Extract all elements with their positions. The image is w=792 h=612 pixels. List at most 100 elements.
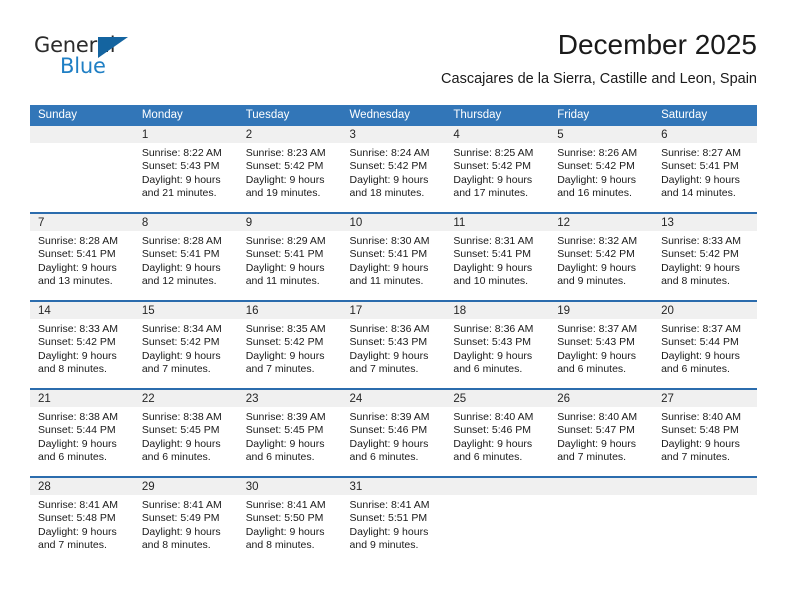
calendar-day-cell[interactable]: 3 Sunrise: 8:24 AM Sunset: 5:42 PM Daylight… <box>341 126 446 213</box>
calendar-day-cell[interactable]: 31 Sunrise: 8:41 AM Sunset: 5:51 PM Dayligh… <box>341 476 446 564</box>
day-number: 19 <box>549 302 654 319</box>
calendar-day-cell[interactable]: 14 Sunrise: 8:33 AM Sunset: 5:42 PM Dayligh… <box>30 300 134 389</box>
calendar-week-row: 14 Sunrise: 8:33 AM Sunset: 5:42 PM Dayligh… <box>30 300 757 389</box>
calendar-week-row: 1 Sunrise: 8:22 AM Sunset: 5:43 PM Daylight… <box>30 126 757 213</box>
calendar-day-cell[interactable]: 21 Sunrise: 8:38 AM Sunset: 5:44 PM Dayligh… <box>30 388 134 477</box>
daylight-text-line2: and 21 minutes. <box>141 187 217 200</box>
day-details: Sunrise: 8:25 AM Sunset: 5:42 PM Daylight:… <box>445 143 549 201</box>
day-number <box>30 126 134 143</box>
day-details: Sunrise: 8:41 AM Sunset: 5:51 PM Daylight:… <box>342 495 446 553</box>
daylight-text-line2: and 8 minutes. <box>141 539 211 552</box>
calendar-day-cell[interactable]: 25 Sunrise: 8:40 AM Sunset: 5:46 PM Dayligh… <box>445 388 550 477</box>
day-details: Sunrise: 8:41 AM Sunset: 5:49 PM Daylight:… <box>134 495 238 553</box>
calendar-day-cell[interactable]: 19 Sunrise: 8:37 AM Sunset: 5:43 PM Dayligh… <box>549 300 654 389</box>
daylight-text-line2: and 11 minutes. <box>349 275 424 288</box>
day-number: 3 <box>341 126 446 143</box>
daylight-text-line2: and 7 minutes. <box>349 363 419 376</box>
daylight-text-line2: and 6 minutes. <box>245 451 315 464</box>
calendar-day-cell[interactable]: 13 Sunrise: 8:33 AM Sunset: 5:42 PM Dayligh… <box>653 212 757 301</box>
daylight-text-line1: Daylight: 9 hours <box>453 437 533 450</box>
weekday-header-wednesday: Wednesday <box>341 105 446 126</box>
daylight-text-line1: Daylight: 9 hours <box>661 437 740 450</box>
calendar-day-cell[interactable]: 1 Sunrise: 8:22 AM Sunset: 5:43 PM Daylight… <box>133 126 238 213</box>
daylight-text-line1: Daylight: 9 hours <box>453 349 533 362</box>
day-details: Sunrise: 8:29 AM Sunset: 5:41 PM Daylight:… <box>238 231 342 289</box>
day-number: 18 <box>445 302 550 319</box>
calendar-day-cell[interactable]: 17 Sunrise: 8:36 AM Sunset: 5:43 PM Dayligh… <box>341 300 446 389</box>
calendar-day-cell[interactable]: 28 Sunrise: 8:41 AM Sunset: 5:48 PM Dayligh… <box>30 476 134 564</box>
calendar-day-cell[interactable]: 15 Sunrise: 8:34 AM Sunset: 5:42 PM Dayligh… <box>133 300 238 389</box>
daylight-text-line2: and 18 minutes. <box>349 187 425 200</box>
day-details: Sunrise: 8:28 AM Sunset: 5:41 PM Daylight:… <box>134 231 238 289</box>
calendar-day-cell[interactable]: 29 Sunrise: 8:41 AM Sunset: 5:49 PM Dayligh… <box>133 476 238 564</box>
day-number: 23 <box>237 390 342 407</box>
sunset-text: Sunset: 5:42 PM <box>661 248 739 261</box>
calendar-day-cell[interactable]: 18 Sunrise: 8:36 AM Sunset: 5:43 PM Dayligh… <box>445 300 550 389</box>
day-details: Sunrise: 8:30 AM Sunset: 5:41 PM Daylight:… <box>342 231 446 289</box>
day-number: 6 <box>653 126 757 143</box>
daylight-text-line2: and 9 minutes. <box>557 275 627 288</box>
day-number: 4 <box>445 126 550 143</box>
calendar-day-cell[interactable]: 16 Sunrise: 8:35 AM Sunset: 5:42 PM Dayligh… <box>237 300 342 389</box>
calendar-day-cell[interactable]: 27 Sunrise: 8:40 AM Sunset: 5:48 PM Dayligh… <box>653 388 757 477</box>
day-number: 8 <box>133 214 238 231</box>
calendar-day-cell[interactable]: 24 Sunrise: 8:39 AM Sunset: 5:46 PM Dayligh… <box>341 388 446 477</box>
day-details: Sunrise: 8:39 AM Sunset: 5:45 PM Daylight:… <box>238 407 342 465</box>
sunset-text: Sunset: 5:49 PM <box>141 512 220 525</box>
sunset-text: Sunset: 5:42 PM <box>141 336 220 349</box>
day-details: Sunrise: 8:32 AM Sunset: 5:42 PM Daylight:… <box>549 231 653 289</box>
daylight-text-line1: Daylight: 9 hours <box>245 173 325 186</box>
calendar-day-cell[interactable]: 5 Sunrise: 8:26 AM Sunset: 5:42 PM Daylight… <box>549 126 654 213</box>
sunset-text: Sunset: 5:41 PM <box>349 248 428 261</box>
day-details: Sunrise: 8:27 AM Sunset: 5:41 PM Daylight:… <box>653 143 757 201</box>
day-number: 1 <box>133 126 238 143</box>
daylight-text-line2: and 6 minutes. <box>453 363 523 376</box>
day-number: 28 <box>30 478 134 495</box>
daylight-text-line2: and 8 minutes. <box>38 363 107 376</box>
daylight-text-line2: and 6 minutes. <box>38 451 107 464</box>
daylight-text-line1: Daylight: 9 hours <box>349 173 429 186</box>
sunrise-text: Sunrise: 8:35 AM <box>245 323 326 335</box>
calendar-day-cell[interactable]: 30 Sunrise: 8:41 AM Sunset: 5:50 PM Dayligh… <box>237 476 342 564</box>
calendar-day-cell[interactable]: 7 Sunrise: 8:28 AM Sunset: 5:41 PM Daylight… <box>30 212 134 301</box>
sunset-text: Sunset: 5:43 PM <box>453 336 532 349</box>
sunset-text: Sunset: 5:41 PM <box>38 248 116 261</box>
day-number: 17 <box>341 302 446 319</box>
calendar-day-cell[interactable]: 6 Sunrise: 8:27 AM Sunset: 5:41 PM Daylight… <box>653 126 757 213</box>
day-number: 20 <box>653 302 757 319</box>
calendar-day-cell[interactable]: 22 Sunrise: 8:38 AM Sunset: 5:45 PM Dayligh… <box>133 388 238 477</box>
day-details: Sunrise: 8:34 AM Sunset: 5:42 PM Daylight:… <box>134 319 238 377</box>
daylight-text-line1: Daylight: 9 hours <box>349 525 429 538</box>
page-header: General Blue December 2025 Cascajares de… <box>0 0 792 100</box>
sunrise-text: Sunrise: 8:26 AM <box>557 147 638 159</box>
sunset-text: Sunset: 5:41 PM <box>141 248 220 261</box>
sunrise-text: Sunrise: 8:31 AM <box>453 235 534 247</box>
daylight-text-line2: and 6 minutes. <box>453 451 523 464</box>
calendar-day-cell[interactable]: 26 Sunrise: 8:40 AM Sunset: 5:47 PM Dayligh… <box>549 388 654 477</box>
sunrise-text: Sunrise: 8:33 AM <box>38 323 118 335</box>
calendar-day-cell[interactable]: 9 Sunrise: 8:29 AM Sunset: 5:41 PM Daylight… <box>237 212 342 301</box>
calendar-day-cell[interactable]: 10 Sunrise: 8:30 AM Sunset: 5:41 PM Dayligh… <box>341 212 446 301</box>
day-number: 22 <box>133 390 238 407</box>
calendar-day-cell[interactable]: 2 Sunrise: 8:23 AM Sunset: 5:42 PM Daylight… <box>237 126 342 213</box>
daylight-text-line2: and 6 minutes. <box>557 363 627 376</box>
daylight-text-line1: Daylight: 9 hours <box>245 261 325 274</box>
sunrise-text: Sunrise: 8:41 AM <box>38 499 118 511</box>
calendar-day-cell[interactable]: 11 Sunrise: 8:31 AM Sunset: 5:41 PM Dayligh… <box>445 212 550 301</box>
calendar-day-cell[interactable]: 20 Sunrise: 8:37 AM Sunset: 5:44 PM Dayligh… <box>653 300 757 389</box>
sunset-text: Sunset: 5:47 PM <box>557 424 635 437</box>
calendar-day-cell[interactable]: 12 Sunrise: 8:32 AM Sunset: 5:42 PM Dayligh… <box>549 212 654 301</box>
sunrise-text: Sunrise: 8:40 AM <box>453 411 534 423</box>
day-number: 15 <box>133 302 238 319</box>
sunset-text: Sunset: 5:43 PM <box>349 336 428 349</box>
sunrise-text: Sunrise: 8:30 AM <box>349 235 430 247</box>
daylight-text-line2: and 17 minutes. <box>453 187 529 200</box>
calendar-day-cell[interactable]: 23 Sunrise: 8:39 AM Sunset: 5:45 PM Dayligh… <box>237 388 342 477</box>
daylight-text-line1: Daylight: 9 hours <box>38 261 117 274</box>
sunset-text: Sunset: 5:46 PM <box>349 424 428 437</box>
calendar-day-cell[interactable]: 4 Sunrise: 8:25 AM Sunset: 5:42 PM Daylight… <box>445 126 550 213</box>
calendar-day-cell[interactable]: 8 Sunrise: 8:28 AM Sunset: 5:41 PM Daylight… <box>133 212 238 301</box>
day-number: 25 <box>445 390 550 407</box>
daylight-text-line2: and 7 minutes. <box>38 539 107 552</box>
title-block: December 2025 Cascajares de la Sierra, C… <box>441 28 757 88</box>
